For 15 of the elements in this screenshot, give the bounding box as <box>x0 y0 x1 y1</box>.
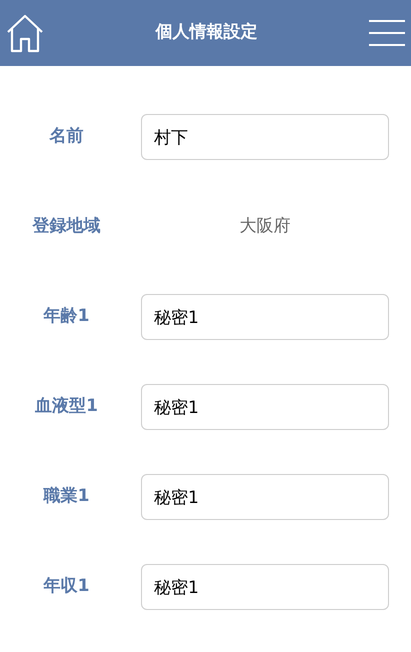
field-label: 職業1 <box>42 485 90 508</box>
input-field[interactable]: 秘密1 <box>141 564 389 610</box>
field-label: 年齢1 <box>42 305 90 328</box>
field-value: 大阪府 <box>238 215 292 238</box>
input-field[interactable]: 秘密1 <box>141 294 389 340</box>
input-field[interactable]: 秘密1 <box>141 384 389 430</box>
field-label: 血液型1 <box>34 395 99 418</box>
field-label: 年収1 <box>42 575 90 598</box>
input-field[interactable]: 秘密1 <box>141 474 389 520</box>
input-field[interactable]: 村下 <box>141 114 389 160</box>
home-icon[interactable] <box>6 13 44 53</box>
field-label: 登録地域 <box>31 215 102 238</box>
field-label: 名前 <box>48 125 84 148</box>
page-title: 個人情報設定 <box>156 21 258 44</box>
menu-icon[interactable] <box>369 20 405 46</box>
